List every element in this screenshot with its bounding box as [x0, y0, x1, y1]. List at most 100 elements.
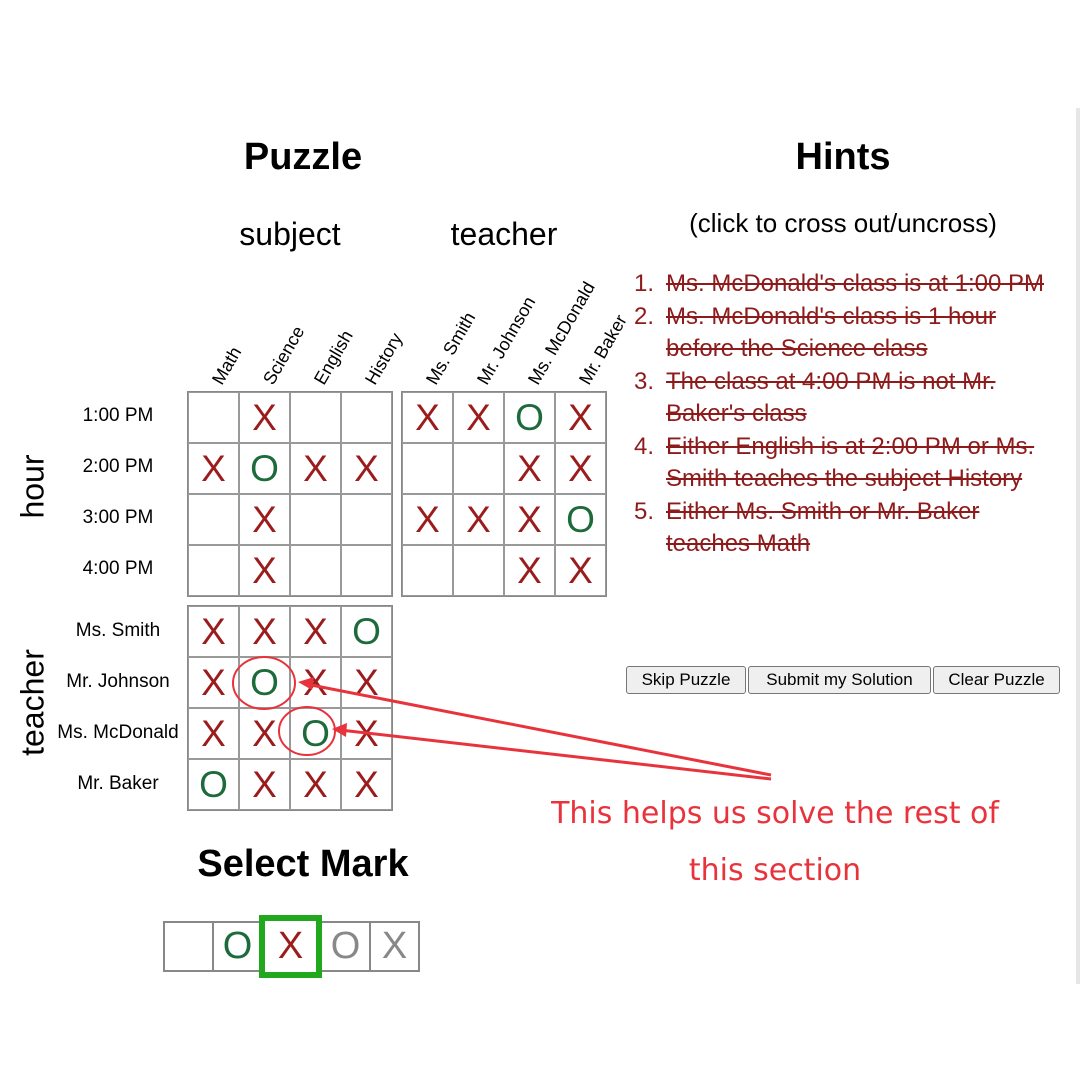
grid-cell[interactable] [402, 443, 453, 494]
hints-list: 1. Ms. McDonald's class is at 1:00 PM 2. Ms… [634, 268, 1064, 561]
row-label-teacher: Ms. Smith [75, 620, 161, 641]
grid-cell[interactable]: X [402, 494, 453, 545]
hint-number: 4. [634, 432, 655, 460]
hint-number: 1. [634, 270, 655, 297]
hint-number: 2. [634, 302, 655, 330]
group-label-teacher: teacher [450, 216, 558, 252]
grid-cell[interactable]: X [555, 443, 606, 494]
hint-text: The class at 4:00 PM is not Mr. Baker's … [666, 367, 996, 428]
column-header-subject: English [310, 326, 357, 388]
page-scroll-edge [1076, 108, 1080, 984]
grid-hour-subject: XXOXXXX [187, 391, 393, 597]
row-label-hour: 3:00 PM [82, 507, 154, 528]
mark-option-o-gray[interactable]: O [320, 921, 371, 972]
grid-cell[interactable] [341, 545, 392, 596]
grid-cell[interactable]: O [239, 657, 290, 708]
grid-cell[interactable] [188, 494, 239, 545]
grid-cell[interactable]: O [555, 494, 606, 545]
skip-puzzle-button[interactable]: Skip Puzzle [626, 666, 746, 694]
grid-cell[interactable]: X [239, 759, 290, 810]
grid-cell[interactable] [188, 392, 239, 443]
hint-item[interactable]: 1. Ms. McDonald's class is at 1:00 PM [634, 268, 1064, 301]
hint-item[interactable]: 5. Either Ms. Smith or Mr. Baker teaches … [634, 496, 1064, 561]
hint-text: Ms. McDonald's class is 1 hour before th… [666, 302, 997, 363]
grid-cell[interactable]: O [290, 708, 341, 759]
grid-cell[interactable] [341, 392, 392, 443]
hints-title: Hints [795, 136, 891, 178]
hint-text: Either Ms. Smith or Mr. Baker teaches Ma… [666, 497, 980, 558]
grid-cell[interactable]: X [239, 494, 290, 545]
hint-number: 5. [634, 497, 655, 525]
hint-text: Either English is at 2:00 PM or Ms. Smit… [666, 432, 1035, 493]
grid-cell[interactable]: O [341, 606, 392, 657]
hint-number: 3. [634, 367, 655, 395]
grid-cell[interactable]: X [341, 657, 392, 708]
mark-option-x[interactable]: X [259, 915, 322, 978]
group-label-subject: subject [239, 216, 341, 252]
side-label-hour: hour [14, 454, 51, 519]
grid-cell[interactable]: X [290, 443, 341, 494]
grid-cell[interactable] [290, 494, 341, 545]
grid-cell[interactable]: X [188, 657, 239, 708]
row-label-teacher: Mr. Johnson [66, 671, 170, 692]
grid-cell[interactable]: X [290, 657, 341, 708]
grid-cell[interactable] [402, 545, 453, 596]
select-mark-title: Select Mark [197, 843, 409, 885]
mark-option-x-gray[interactable]: X [369, 921, 420, 972]
grid-cell[interactable] [290, 545, 341, 596]
annotation-line-2: this section [688, 853, 862, 888]
hint-item[interactable]: 2. Ms. McDonald's class is 1 hour before … [634, 301, 1064, 366]
grid-cell[interactable] [453, 443, 504, 494]
hints-instruction: (click to cross out/uncross) [689, 208, 997, 238]
grid-cell[interactable] [290, 392, 341, 443]
submit-solution-button[interactable]: Submit my Solution [748, 666, 931, 694]
grid-cell[interactable]: O [504, 392, 555, 443]
hint-item[interactable]: 3. The class at 4:00 PM is not Mr. Baker'… [634, 366, 1064, 431]
grid-cell[interactable] [341, 494, 392, 545]
grid-cell[interactable]: X [188, 708, 239, 759]
annotation-note: This helps us solve the rest of this sec… [520, 785, 1030, 899]
row-label-hour: 2:00 PM [82, 456, 154, 477]
grid-cell[interactable]: X [402, 392, 453, 443]
hint-item[interactable]: 4. Either English is at 2:00 PM or Ms. Sm… [634, 431, 1064, 496]
grid-cell[interactable]: O [239, 443, 290, 494]
clear-puzzle-button[interactable]: Clear Puzzle [933, 666, 1060, 694]
grid-cell[interactable]: X [555, 392, 606, 443]
mark-selector: OXOX [163, 915, 420, 978]
grid-cell[interactable]: X [290, 606, 341, 657]
grid-cell[interactable]: X [239, 708, 290, 759]
annotation-line-1: This helps us solve the rest of [551, 796, 999, 831]
puzzle-title: Puzzle [243, 136, 363, 178]
side-label-teacher: teacher [14, 649, 51, 756]
grid-cell[interactable]: O [188, 759, 239, 810]
grid-hour-teacher: XXOXXXXXXOXX [401, 391, 607, 597]
grid-cell[interactable]: X [239, 606, 290, 657]
grid-cell[interactable]: X [188, 443, 239, 494]
column-header-teacher: Mr. Baker [575, 311, 631, 388]
grid-cell[interactable]: X [239, 545, 290, 596]
annotation-arrow-line-2 [339, 728, 772, 781]
column-header-subject: History [361, 329, 407, 388]
grid-teacher-subject: XXXOXOXXXXOXOXXX [187, 605, 393, 811]
grid-cell[interactable]: X [239, 392, 290, 443]
grid-cell[interactable]: X [188, 606, 239, 657]
mark-option-blank[interactable] [163, 921, 214, 972]
grid-cell[interactable] [453, 545, 504, 596]
grid-cell[interactable]: X [341, 443, 392, 494]
grid-cell[interactable]: X [504, 494, 555, 545]
grid-cell[interactable]: X [504, 545, 555, 596]
column-header-subject: Math [208, 343, 246, 388]
column-header-teacher: Ms. Smith [422, 308, 480, 388]
row-label-hour: 1:00 PM [82, 405, 154, 426]
grid-cell[interactable]: X [341, 759, 392, 810]
grid-cell[interactable]: X [504, 443, 555, 494]
grid-cell[interactable]: X [341, 708, 392, 759]
grid-cell[interactable]: X [290, 759, 341, 810]
grid-cell[interactable] [188, 545, 239, 596]
grid-cell[interactable]: X [555, 545, 606, 596]
grid-cell[interactable]: X [453, 392, 504, 443]
column-header-subject: Science [259, 322, 309, 388]
row-label-teacher: Ms. McDonald [57, 722, 179, 743]
grid-cell[interactable]: X [453, 494, 504, 545]
mark-option-o[interactable]: O [212, 921, 263, 972]
